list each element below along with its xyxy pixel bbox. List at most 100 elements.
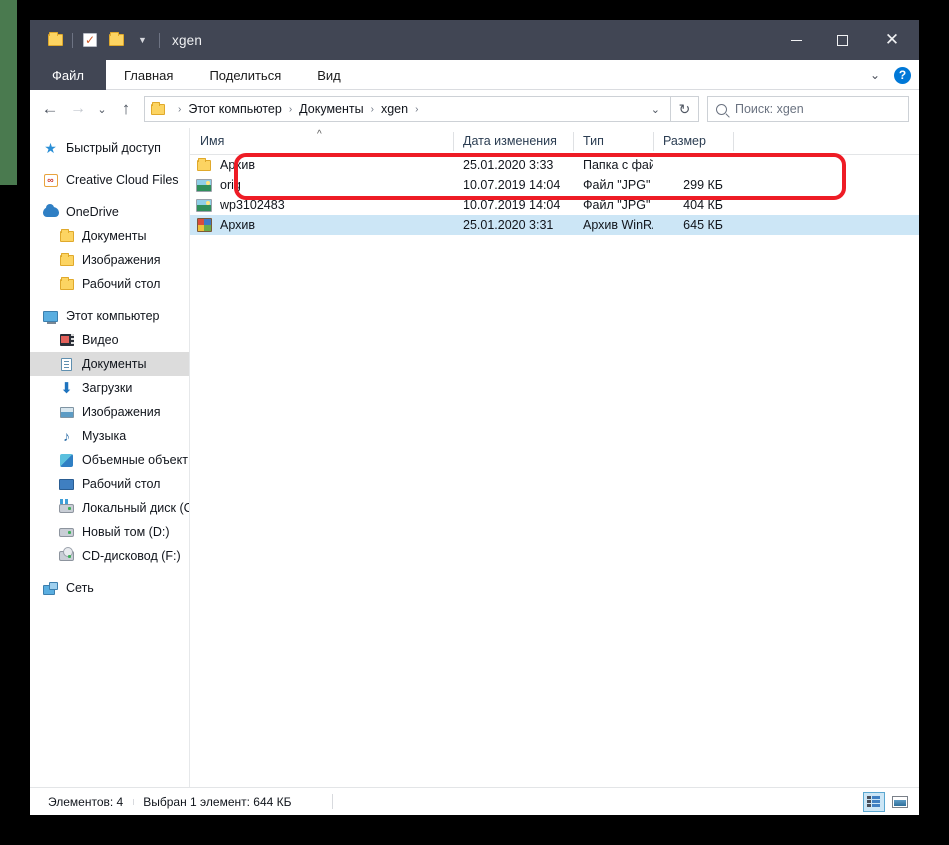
sidebar-item-music[interactable]: ♪ Музыка: [30, 424, 189, 448]
documents-icon: [58, 356, 75, 372]
ribbon-right-controls: ⌄ ?: [866, 60, 911, 90]
sidebar-item-onedrive-desktop[interactable]: Рабочий стол: [30, 272, 189, 296]
file-type-cell: Файл "JPG": [583, 178, 651, 192]
tab-view[interactable]: Вид: [299, 60, 359, 90]
sidebar-item-label: Сеть: [66, 581, 94, 595]
file-date-cell: 25.01.2020 3:33: [463, 158, 554, 172]
jpg-file-icon: [195, 177, 213, 193]
column-header-size[interactable]: Размер: [653, 128, 733, 155]
close-icon[interactable]: ✕: [865, 20, 919, 60]
maximize-icon[interactable]: [819, 20, 865, 60]
sidebar-item-local-disk-c[interactable]: Локальный диск (С: [30, 496, 189, 520]
column-header-name[interactable]: Имя ^: [190, 128, 453, 155]
item-count-label: Элементов: 4: [48, 794, 124, 809]
sidebar-item-label: Объемные объект: [82, 453, 188, 467]
drive-icon: [58, 524, 75, 540]
large-icons-view-icon[interactable]: [889, 792, 911, 812]
file-size-cell: 404 КБ: [683, 198, 723, 212]
network-icon: [42, 580, 59, 596]
sidebar-item-downloads[interactable]: ⬇ Загрузки: [30, 376, 189, 400]
creative-cloud-icon: ∞: [42, 172, 59, 188]
file-date-cell: 25.01.2020 3:31: [463, 218, 554, 232]
breadcrumb-item-documents[interactable]: Документы: [299, 102, 363, 116]
sidebar-item-creative-cloud-files[interactable]: ∞ Creative Cloud Files: [30, 168, 189, 192]
sidebar-item-label: Быстрый доступ: [66, 141, 161, 155]
file-size-cell: 645 КБ: [683, 218, 723, 232]
folder-icon: [58, 276, 75, 292]
sidebar-item-label: Рабочий стол: [82, 477, 161, 491]
tab-file[interactable]: Файл: [30, 60, 106, 90]
sidebar-item-pictures[interactable]: Изображения: [30, 400, 189, 424]
cd-drive-icon: [58, 547, 75, 564]
column-header-label: Имя: [200, 134, 225, 148]
file-type-cell: Папка с файлами: [583, 158, 653, 172]
file-name-cell: Архив: [190, 217, 453, 233]
sidebar-item-3d-objects[interactable]: Объемные объект: [30, 448, 189, 472]
folder-icon: [195, 157, 213, 173]
table-row[interactable]: Архив 25.01.2020 3:31 Архив WinRAR 645 К…: [190, 215, 919, 235]
sidebar-item-label: Изображения: [82, 405, 161, 419]
sidebar-item-onedrive[interactable]: OneDrive: [30, 200, 189, 224]
table-row[interactable]: orig 10.07.2019 14:04 Файл "JPG" 299 КБ: [190, 175, 919, 195]
column-header-filler: [733, 128, 919, 155]
breadcrumb-item-this-pc[interactable]: Этот компьютер: [188, 102, 281, 116]
sidebar-item-desktop[interactable]: Рабочий стол: [30, 472, 189, 496]
sidebar-item-label: Изображения: [82, 253, 161, 267]
search-input[interactable]: Поиск: xgen: [707, 96, 909, 122]
file-list-pane: Имя ^ Дата изменения Тип Размер Архив 25…: [190, 128, 919, 787]
folder-icon[interactable]: [42, 27, 68, 53]
chevron-down-icon[interactable]: ⌄: [92, 95, 112, 123]
help-icon[interactable]: ?: [894, 66, 911, 84]
arrow-right-icon[interactable]: →: [64, 95, 92, 123]
sidebar-item-label: Документы: [82, 357, 147, 371]
column-header-type[interactable]: Тип: [573, 128, 653, 155]
file-name-cell: Архив: [190, 157, 453, 173]
arrow-left-icon[interactable]: ←: [36, 95, 64, 123]
chevron-down-icon[interactable]: ⌄: [866, 68, 884, 82]
window-title: xgen: [172, 32, 203, 48]
new-folder-icon[interactable]: [103, 27, 129, 53]
tab-home[interactable]: Главная: [106, 60, 191, 90]
chevron-down-icon[interactable]: ⌄: [645, 103, 666, 116]
sidebar-item-cd-drive-f[interactable]: CD-дисковод (F:): [30, 544, 189, 568]
arrow-up-icon[interactable]: ↑: [112, 95, 140, 123]
details-view-icon[interactable]: [863, 791, 885, 812]
ribbon-tabs: Файл Главная Поделиться Вид ⌄ ?: [30, 60, 919, 90]
status-divider: [332, 794, 333, 809]
file-name: wp3102483: [220, 198, 285, 212]
pin-star-icon: ★: [44, 140, 57, 156]
folder-icon: [151, 101, 165, 115]
checkbox-icon[interactable]: ✓: [77, 27, 103, 53]
desktop-icon: [58, 476, 75, 492]
file-date-cell: 10.07.2019 14:04: [463, 178, 561, 192]
sidebar-item-label: CD-дисковод (F:): [82, 549, 181, 563]
toolbar-divider: [72, 32, 73, 48]
sidebar-item-network[interactable]: Сеть: [30, 576, 189, 600]
3d-objects-icon: [58, 452, 75, 468]
table-row[interactable]: Архив 25.01.2020 3:33 Папка с файлами: [190, 155, 919, 175]
folder-icon: [58, 228, 75, 244]
sidebar-item-onedrive-pictures[interactable]: Изображения: [30, 248, 189, 272]
breadcrumb[interactable]: › Этот компьютер › Документы › xgen › ⌄: [144, 96, 671, 122]
sidebar-item-quick-access[interactable]: ★ Быстрый доступ: [30, 136, 189, 160]
file-name: Архив: [220, 218, 256, 232]
table-row[interactable]: wp3102483 10.07.2019 14:04 Файл "JPG" 40…: [190, 195, 919, 215]
breadcrumb-separator: ›: [370, 103, 374, 115]
sidebar-item-new-volume-d[interactable]: Новый том (D:): [30, 520, 189, 544]
sidebar-item-label: Локальный диск (С: [82, 501, 190, 515]
sidebar-item-onedrive-documents[interactable]: Документы: [30, 224, 189, 248]
file-date-cell: 10.07.2019 14:04: [463, 198, 561, 212]
sidebar-item-this-pc[interactable]: Этот компьютер: [30, 304, 189, 328]
chevron-down-icon[interactable]: ▼: [129, 27, 155, 53]
breadcrumb-item-xgen[interactable]: xgen: [381, 102, 408, 116]
sidebar-item-videos[interactable]: Видео: [30, 328, 189, 352]
sidebar-item-documents[interactable]: Документы: [30, 352, 189, 376]
tab-share[interactable]: Поделиться: [191, 60, 299, 90]
minimize-icon[interactable]: [773, 20, 819, 60]
column-header-date[interactable]: Дата изменения: [453, 128, 573, 155]
sidebar-item-label: Этот компьютер: [66, 309, 160, 323]
view-mode-buttons: [863, 791, 911, 812]
refresh-icon[interactable]: ↻: [671, 96, 699, 122]
